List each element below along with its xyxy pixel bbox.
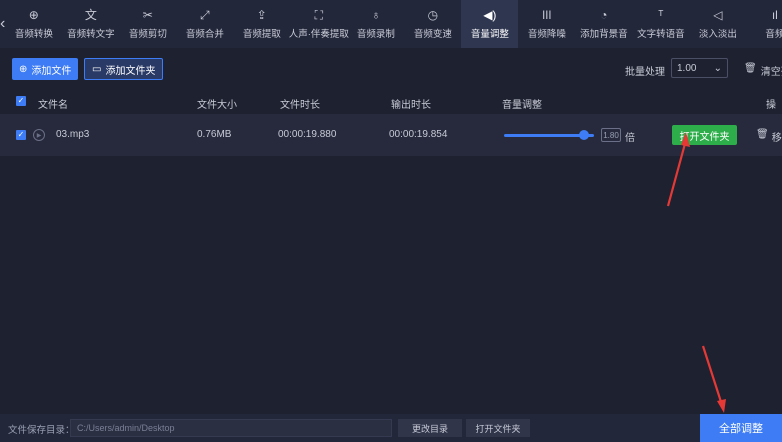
annotation-arrows	[666, 132, 726, 413]
annotation-arrow-open-folder	[666, 132, 690, 207]
annotation-arrow-adjust-all	[701, 345, 726, 413]
